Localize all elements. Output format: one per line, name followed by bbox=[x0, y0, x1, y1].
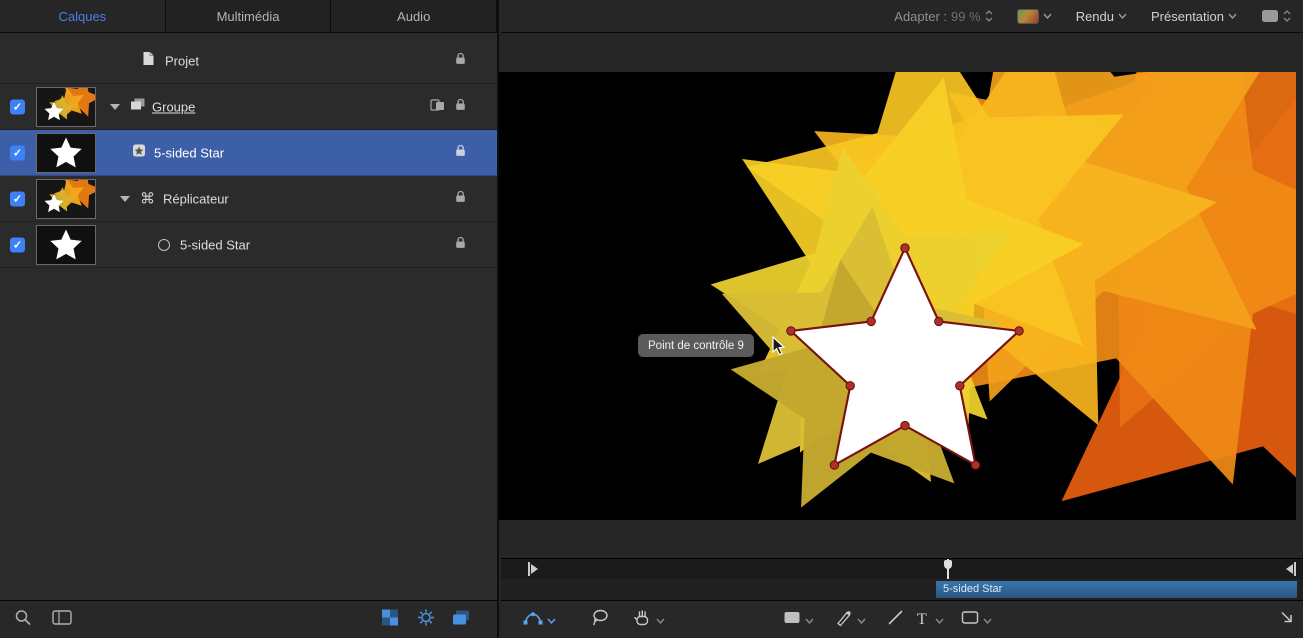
zoom-fit-control[interactable]: Adapter : 99 % bbox=[894, 9, 992, 24]
layer-label: Réplicateur bbox=[163, 191, 229, 206]
shape-tool-chevron-icon[interactable] bbox=[805, 611, 814, 629]
check-icon: ✓ bbox=[13, 238, 22, 251]
layer-thumbnail[interactable] bbox=[36, 179, 96, 219]
layer-row-replicateur[interactable]: ✓ ⌘ Réplicateur bbox=[0, 176, 497, 222]
chevron-down-icon bbox=[1118, 13, 1127, 19]
pan-hand-tool-chevron-icon[interactable] bbox=[656, 611, 665, 629]
lock-icon[interactable] bbox=[454, 235, 467, 254]
tab-calques-label: Calques bbox=[58, 9, 106, 24]
gear-icon[interactable] bbox=[417, 608, 435, 631]
layer-row-projet[interactable]: Projet bbox=[0, 38, 497, 84]
zoom-value: 99 % bbox=[951, 9, 981, 24]
search-icon[interactable] bbox=[14, 608, 32, 631]
lock-icon[interactable] bbox=[454, 97, 467, 116]
layer-thumbnail[interactable] bbox=[36, 133, 96, 173]
image-mask-tool-chevron-icon[interactable] bbox=[983, 611, 992, 629]
render-menu-label: Rendu bbox=[1076, 9, 1114, 24]
transparency-checker-icon[interactable] bbox=[382, 609, 398, 630]
window-view-control[interactable] bbox=[1261, 9, 1291, 23]
window-icon bbox=[1261, 9, 1279, 23]
image-mask-tool-icon[interactable] bbox=[961, 610, 979, 630]
pan-hand-tool-icon[interactable] bbox=[633, 608, 651, 631]
edit-points-tool-chevron-icon[interactable] bbox=[547, 611, 556, 629]
presentation-menu[interactable]: Présentation bbox=[1151, 9, 1237, 24]
panel-tabbar: Calques Multimédia Audio bbox=[0, 0, 497, 33]
canvas-footer-toolbar: T bbox=[501, 600, 1303, 638]
layer-checkbox[interactable]: ✓ bbox=[10, 99, 25, 114]
color-channel-control[interactable] bbox=[1017, 9, 1052, 24]
layer-label: Projet bbox=[165, 53, 199, 68]
window-layout-icon[interactable] bbox=[52, 609, 72, 630]
layer-checkbox[interactable]: ✓ bbox=[10, 237, 25, 252]
resize-corner-arrow-icon[interactable] bbox=[1279, 609, 1295, 630]
control-point-tooltip: Point de contrôle 9 bbox=[638, 334, 754, 357]
replicator-star-trail-artwork bbox=[499, 72, 1296, 520]
group-badge-icon bbox=[430, 98, 445, 116]
edit-points-tool-icon[interactable] bbox=[523, 608, 543, 631]
zoom-fit-label: Adapter : bbox=[894, 9, 947, 24]
channel-swatch-icon bbox=[1017, 9, 1039, 24]
layers-panel-footer bbox=[0, 600, 497, 638]
text-tool-chevron-icon[interactable] bbox=[935, 611, 944, 629]
canvas-stage[interactable]: Point de contrôle 9 bbox=[499, 72, 1296, 520]
disclosure-triangle[interactable] bbox=[110, 104, 120, 110]
shape-icon bbox=[132, 143, 146, 162]
mouse-cursor-icon bbox=[772, 336, 786, 361]
layers-panel: Calques Multimédia Audio Projet bbox=[0, 0, 499, 638]
layers-list: Projet ✓ bbox=[0, 34, 497, 268]
replicator-icon: ⌘ bbox=[140, 191, 155, 206]
motion-app-window: Calques Multimédia Audio Projet bbox=[0, 0, 1303, 638]
layer-label: Groupe bbox=[152, 99, 195, 114]
shape-tool-icon[interactable] bbox=[783, 610, 801, 630]
check-icon: ✓ bbox=[13, 100, 22, 113]
layer-thumbnail[interactable] bbox=[36, 87, 96, 127]
lock-icon[interactable] bbox=[454, 143, 467, 162]
layer-thumbnail[interactable] bbox=[36, 225, 96, 265]
layer-label: 5-sided Star bbox=[180, 237, 250, 252]
lock-icon[interactable] bbox=[454, 189, 467, 208]
clip-label: 5-sided Star bbox=[943, 583, 1002, 595]
lock-icon[interactable] bbox=[454, 51, 467, 70]
stepper-icon bbox=[1283, 10, 1291, 22]
render-menu[interactable]: Rendu bbox=[1076, 9, 1127, 24]
line-tool-icon[interactable] bbox=[887, 609, 904, 631]
tab-multimedia-label: Multimédia bbox=[217, 9, 280, 24]
presentation-menu-label: Présentation bbox=[1151, 9, 1224, 24]
paint-stroke-tool-chevron-icon[interactable] bbox=[857, 611, 866, 629]
lasso-tool-icon[interactable] bbox=[591, 608, 609, 631]
tab-multimedia[interactable]: Multimédia bbox=[166, 0, 332, 32]
canvas-viewport[interactable]: Point de contrôle 9 bbox=[501, 33, 1303, 558]
tooltip-text: Point de contrôle 9 bbox=[648, 340, 744, 352]
layers-panel-toggle-icon[interactable] bbox=[452, 609, 470, 630]
layer-checkbox[interactable]: ✓ bbox=[10, 145, 25, 160]
layer-label: 5-sided Star bbox=[154, 145, 224, 160]
tab-audio-label: Audio bbox=[397, 9, 430, 24]
layer-row-5-sided-star[interactable]: ✓ 5-sided Star bbox=[0, 130, 497, 176]
tab-calques[interactable]: Calques bbox=[0, 0, 166, 32]
chevron-down-icon bbox=[1043, 13, 1052, 19]
chevron-down-icon bbox=[1228, 13, 1237, 19]
layer-row-replicator-cell[interactable]: ✓ 5-sided Star bbox=[0, 222, 497, 268]
layer-checkbox[interactable]: ✓ bbox=[10, 191, 25, 206]
text-tool-icon[interactable]: T bbox=[917, 611, 927, 629]
mini-timeline[interactable] bbox=[501, 558, 1303, 579]
cell-circle-icon bbox=[158, 239, 170, 251]
document-icon bbox=[142, 51, 155, 71]
timeline-clip-bar[interactable]: 5-sided Star bbox=[936, 581, 1297, 598]
timeline-clip-row: 5-sided Star bbox=[501, 579, 1303, 600]
layer-row-groupe[interactable]: ✓ Groupe bbox=[0, 84, 497, 130]
disclosure-triangle[interactable] bbox=[120, 196, 130, 202]
canvas-toolbar: Adapter : 99 % Rendu Présentation bbox=[501, 0, 1303, 33]
group-icon bbox=[130, 97, 146, 116]
check-icon: ✓ bbox=[13, 146, 22, 159]
paint-stroke-tool-icon[interactable] bbox=[835, 608, 853, 631]
canvas-panel: Adapter : 99 % Rendu Présentation bbox=[501, 0, 1303, 638]
playhead-knob[interactable] bbox=[944, 560, 952, 569]
stepper-icon bbox=[985, 10, 993, 22]
check-icon: ✓ bbox=[13, 192, 22, 205]
tab-audio[interactable]: Audio bbox=[331, 0, 497, 32]
